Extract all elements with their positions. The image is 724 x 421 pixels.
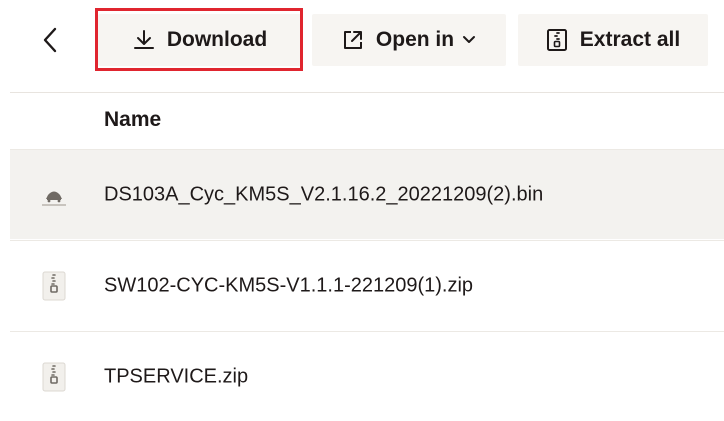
open-in-label: Open in [375, 28, 455, 51]
chevron-left-icon [42, 27, 58, 58]
file-row[interactable]: SW102-CYC-KM5S-V1.1.1-221209(1).zip [10, 240, 724, 330]
download-icon [133, 29, 155, 51]
back-button[interactable] [30, 22, 70, 62]
open-external-icon [342, 29, 364, 51]
zip-file-icon [34, 266, 74, 306]
name-column-header[interactable]: Name [104, 108, 161, 132]
file-name[interactable]: TPSERVICE.zip [104, 365, 248, 388]
file-row[interactable]: TPSERVICE.zip [10, 331, 724, 421]
binary-file-icon [34, 175, 74, 215]
file-name[interactable]: DS103A_Cyc_KM5S_V2.1.16.2_20221209(2).bi… [104, 183, 543, 206]
extract-all-button[interactable]: Extract all [518, 14, 708, 66]
zip-extract-icon [546, 28, 568, 52]
extract-all-label: Extract all [579, 28, 681, 51]
download-label: Download [166, 28, 268, 51]
toolbar: Download Open in Extract all [0, 0, 724, 82]
file-name[interactable]: SW102-CYC-KM5S-V1.1.1-221209(1).zip [104, 274, 473, 297]
chevron-down-icon [462, 35, 476, 45]
toolbar-divider [10, 92, 724, 93]
download-button[interactable]: Download [98, 14, 302, 66]
open-in-button[interactable]: Open in [312, 14, 506, 66]
zip-file-icon [34, 357, 74, 397]
file-row[interactable]: DS103A_Cyc_KM5S_V2.1.16.2_20221209(2).bi… [10, 149, 724, 239]
